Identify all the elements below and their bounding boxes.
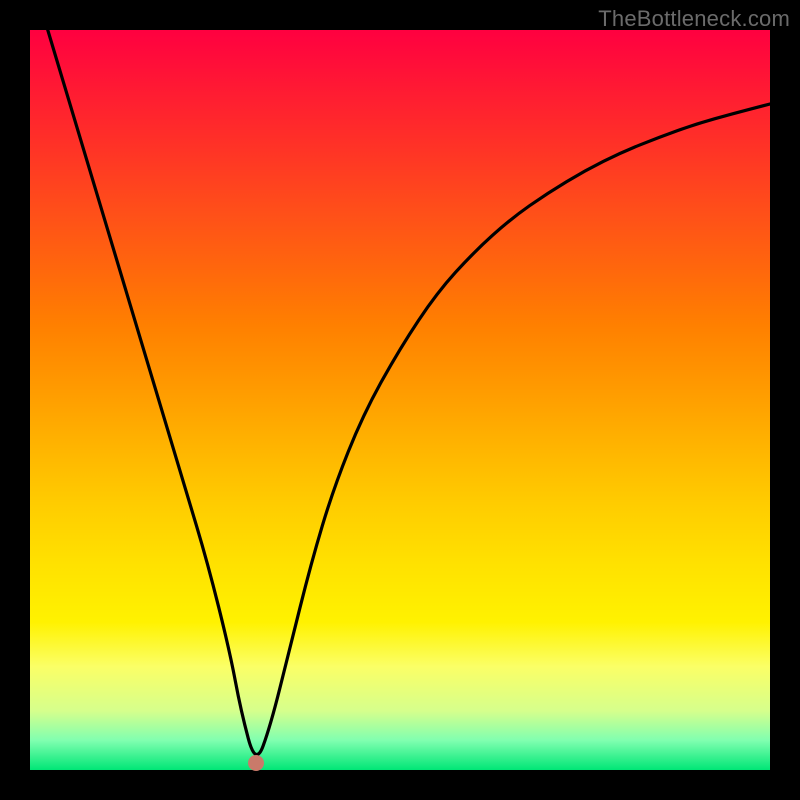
- chart-frame: [30, 30, 770, 770]
- chart-curve-svg: [30, 30, 770, 770]
- watermark-text: TheBottleneck.com: [598, 6, 790, 32]
- minimum-point-marker: [248, 755, 264, 771]
- bottleneck-curve-path: [30, 30, 770, 755]
